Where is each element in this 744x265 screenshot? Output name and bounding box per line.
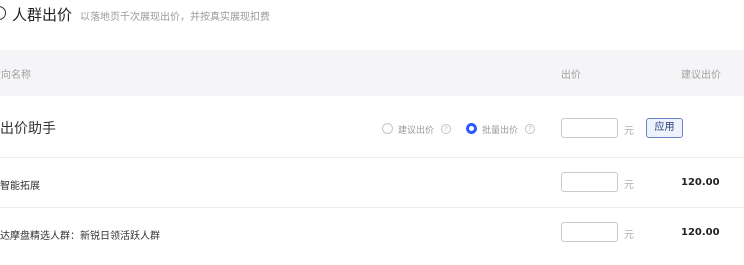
table-header: 定向名称 出价 建议出价 <box>0 50 744 96</box>
help-icon[interactable]: ? <box>441 124 451 134</box>
apply-button[interactable]: 应用 <box>646 118 683 138</box>
target-icon <box>0 6 6 20</box>
help-icon[interactable]: ? <box>525 124 535 134</box>
suggested-bid: 120.00 <box>681 227 720 238</box>
column-header-suggested: 建议出价 <box>681 70 721 81</box>
bid-assistant-title: 出价助手 <box>0 121 56 137</box>
section-hint: 以落地页千次展现出价，并按真实展现扣费 <box>80 12 270 23</box>
table-row: 达摩盘精选人群：新锐日领活跃人群 元 120.00 <box>0 208 744 258</box>
table-row: 智能拓展 元 120.00 <box>0 158 744 208</box>
suggested-bid: 120.00 <box>681 177 720 188</box>
bid-input[interactable] <box>561 222 618 242</box>
unit-label: 元 <box>624 126 634 137</box>
radio-batch-bid[interactable]: 批量出价 ? <box>466 123 546 137</box>
column-header-bid: 出价 <box>561 70 581 81</box>
unit-label: 元 <box>624 230 634 241</box>
row-name: 达摩盘精选人群：新锐日领活跃人群 <box>0 231 160 242</box>
section-title: 人群出价 <box>12 6 73 24</box>
bid-assistant-row: 出价助手 建议出价 ? 批量出价 ? 元 应用 <box>0 96 744 158</box>
batch-bid-input[interactable] <box>561 118 618 138</box>
radio-button[interactable] <box>382 123 393 134</box>
radio-label: 建议出价 <box>398 126 435 136</box>
radio-button-selected[interactable] <box>466 123 477 134</box>
radio-label: 批量出价 <box>482 126 519 136</box>
bid-input[interactable] <box>561 172 618 192</box>
section-header: 人群出价 以落地页千次展现出价，并按真实展现扣费 <box>0 0 744 34</box>
column-header-name: 定向名称 <box>0 70 31 81</box>
row-name: 智能拓展 <box>0 181 40 192</box>
unit-label: 元 <box>624 180 634 191</box>
radio-suggested-bid[interactable]: 建议出价 ? <box>382 123 462 137</box>
